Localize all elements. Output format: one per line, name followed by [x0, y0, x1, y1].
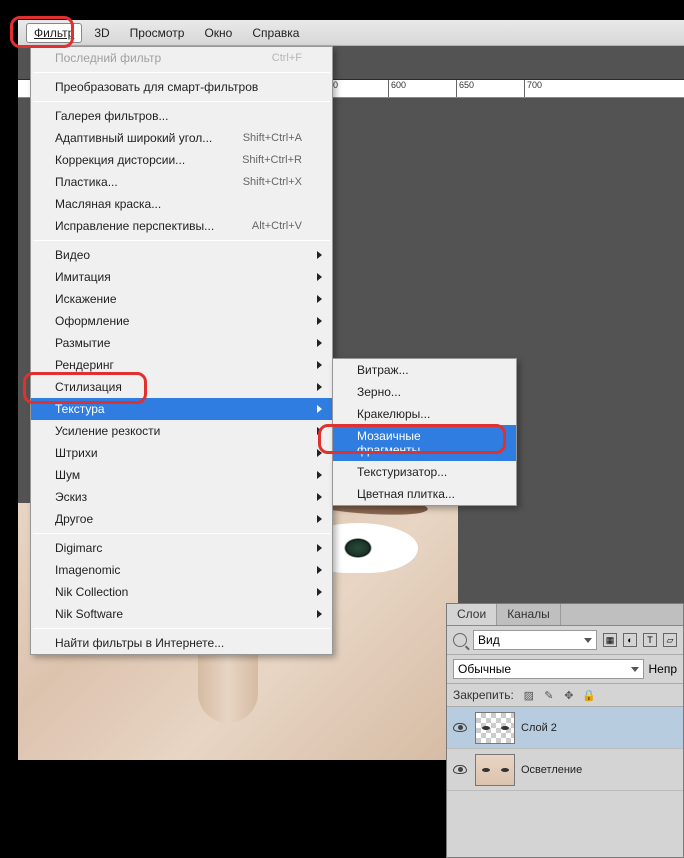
submenu-arrow-icon	[317, 566, 322, 574]
menu-item-nik-software[interactable]: Nik Software	[31, 603, 332, 625]
submenu-arrow-icon	[317, 588, 322, 596]
eye-icon	[453, 765, 467, 774]
menubar-item-view[interactable]: Просмотр	[122, 23, 193, 43]
menu-item-artistic[interactable]: Имитация	[31, 266, 332, 288]
menu-item-sharpen[interactable]: Усиление резкости	[31, 420, 332, 442]
submenu-arrow-icon	[317, 295, 322, 303]
lock-transparency-icon[interactable]: ▨	[522, 688, 536, 702]
menubar-item-filter[interactable]: Фильтр	[26, 23, 82, 43]
menu-item-nik-collection[interactable]: Nik Collection	[31, 581, 332, 603]
menu-item-wide-angle[interactable]: Адаптивный широкий угол...Shift+Ctrl+A	[31, 127, 332, 149]
submenu-arrow-icon	[317, 317, 322, 325]
submenu-item-craquelure[interactable]: Кракелюры...	[333, 403, 516, 425]
menu-item-other[interactable]: Другое	[31, 508, 332, 530]
menu-item-filter-gallery[interactable]: Галерея фильтров...	[31, 105, 332, 127]
menu-item-blur[interactable]: Размытие	[31, 332, 332, 354]
chevron-down-icon	[631, 667, 639, 672]
submenu-arrow-icon	[317, 251, 322, 259]
layer-visibility-toggle[interactable]	[451, 719, 469, 737]
submenu-item-texturizer[interactable]: Текстуризатор...	[333, 461, 516, 483]
texture-submenu: Витраж... Зерно... Кракелюры... Мозаичны…	[332, 358, 517, 506]
menu-item-pixelate[interactable]: Оформление	[31, 310, 332, 332]
tab-layers[interactable]: Слои	[447, 604, 497, 625]
submenu-arrow-icon	[317, 383, 322, 391]
submenu-arrow-icon	[317, 339, 322, 347]
menu-item-oil-paint[interactable]: Масляная краска...	[31, 193, 332, 215]
submenu-arrow-icon	[317, 427, 322, 435]
blend-mode-dropdown[interactable]: Обычные	[453, 659, 644, 679]
menu-item-texture[interactable]: Текстура	[31, 398, 332, 420]
layer-name[interactable]: Осветление	[521, 764, 582, 776]
menubar: Фильтр 3D Просмотр Окно Справка	[18, 20, 684, 46]
menu-item-render[interactable]: Рендеринг	[31, 354, 332, 376]
submenu-item-stained-glass[interactable]: Витраж...	[333, 359, 516, 381]
menu-item-stylize[interactable]: Стилизация	[31, 376, 332, 398]
submenu-arrow-icon	[317, 273, 322, 281]
tab-channels[interactable]: Каналы	[497, 604, 561, 625]
menu-item-browse-filters[interactable]: Найти фильтры в Интернете...	[31, 632, 332, 654]
menu-item-imagenomic[interactable]: Imagenomic	[31, 559, 332, 581]
layer-thumbnail[interactable]	[475, 754, 515, 786]
filter-menu: Последний фильтр Ctrl+F Преобразовать дл…	[30, 46, 333, 655]
menu-item-smart-filters[interactable]: Преобразовать для смарт-фильтров	[31, 76, 332, 98]
layer-name[interactable]: Слой 2	[521, 722, 557, 734]
submenu-arrow-icon	[317, 493, 322, 501]
menu-item-lens-correction[interactable]: Коррекция дисторсии...Shift+Ctrl+R	[31, 149, 332, 171]
submenu-arrow-icon	[317, 610, 322, 618]
menu-item-liquify[interactable]: Пластика...Shift+Ctrl+X	[31, 171, 332, 193]
submenu-arrow-icon	[317, 361, 322, 369]
lock-pixels-icon[interactable]: ✎	[542, 688, 556, 702]
menu-item-brush-strokes[interactable]: Штрихи	[31, 442, 332, 464]
submenu-item-mosaic-tiles[interactable]: Мозаичные фрагменты...	[333, 425, 516, 461]
submenu-arrow-icon	[317, 405, 322, 413]
filter-adjust-icon[interactable]: ◐	[623, 633, 637, 647]
opacity-label: Непр	[648, 662, 677, 676]
menubar-item-3d[interactable]: 3D	[86, 23, 117, 43]
menu-item-video[interactable]: Видео	[31, 244, 332, 266]
menu-item-sketch[interactable]: Эскиз	[31, 486, 332, 508]
menu-item-digimarc[interactable]: Digimarc	[31, 537, 332, 559]
menubar-item-window[interactable]: Окно	[196, 23, 240, 43]
layer-row[interactable]: Осветление	[447, 749, 683, 791]
menu-item-noise[interactable]: Шум	[31, 464, 332, 486]
lock-all-icon[interactable]: 🔒	[582, 688, 596, 702]
layer-thumbnail[interactable]	[475, 712, 515, 744]
search-icon	[453, 633, 467, 647]
filter-pixel-icon[interactable]: ▦	[603, 633, 617, 647]
submenu-arrow-icon	[317, 544, 322, 552]
submenu-item-patchwork[interactable]: Цветная плитка...	[333, 483, 516, 505]
submenu-arrow-icon	[317, 471, 322, 479]
menu-item-vanishing-point[interactable]: Исправление перспективы...Alt+Ctrl+V	[31, 215, 332, 237]
filter-shape-icon[interactable]: ▱	[663, 633, 677, 647]
lock-label: Закрепить:	[453, 688, 514, 702]
layer-visibility-toggle[interactable]	[451, 761, 469, 779]
eye-icon	[453, 723, 467, 732]
layers-panel: Слои Каналы Вид ▦ ◐ T ▱ Обычные Непр	[446, 603, 684, 858]
lock-position-icon[interactable]: ✥	[562, 688, 576, 702]
layer-row[interactable]: Слой 2	[447, 707, 683, 749]
filter-type-icon[interactable]: T	[643, 633, 657, 647]
menubar-item-help[interactable]: Справка	[244, 23, 307, 43]
submenu-item-grain[interactable]: Зерно...	[333, 381, 516, 403]
menu-item-last-filter: Последний фильтр Ctrl+F	[31, 47, 332, 69]
filter-kind-dropdown[interactable]: Вид	[473, 630, 597, 650]
submenu-arrow-icon	[317, 449, 322, 457]
chevron-down-icon	[584, 638, 592, 643]
submenu-arrow-icon	[317, 515, 322, 523]
menu-item-distort[interactable]: Искажение	[31, 288, 332, 310]
layer-list: Слой 2 Осветление	[447, 707, 683, 791]
